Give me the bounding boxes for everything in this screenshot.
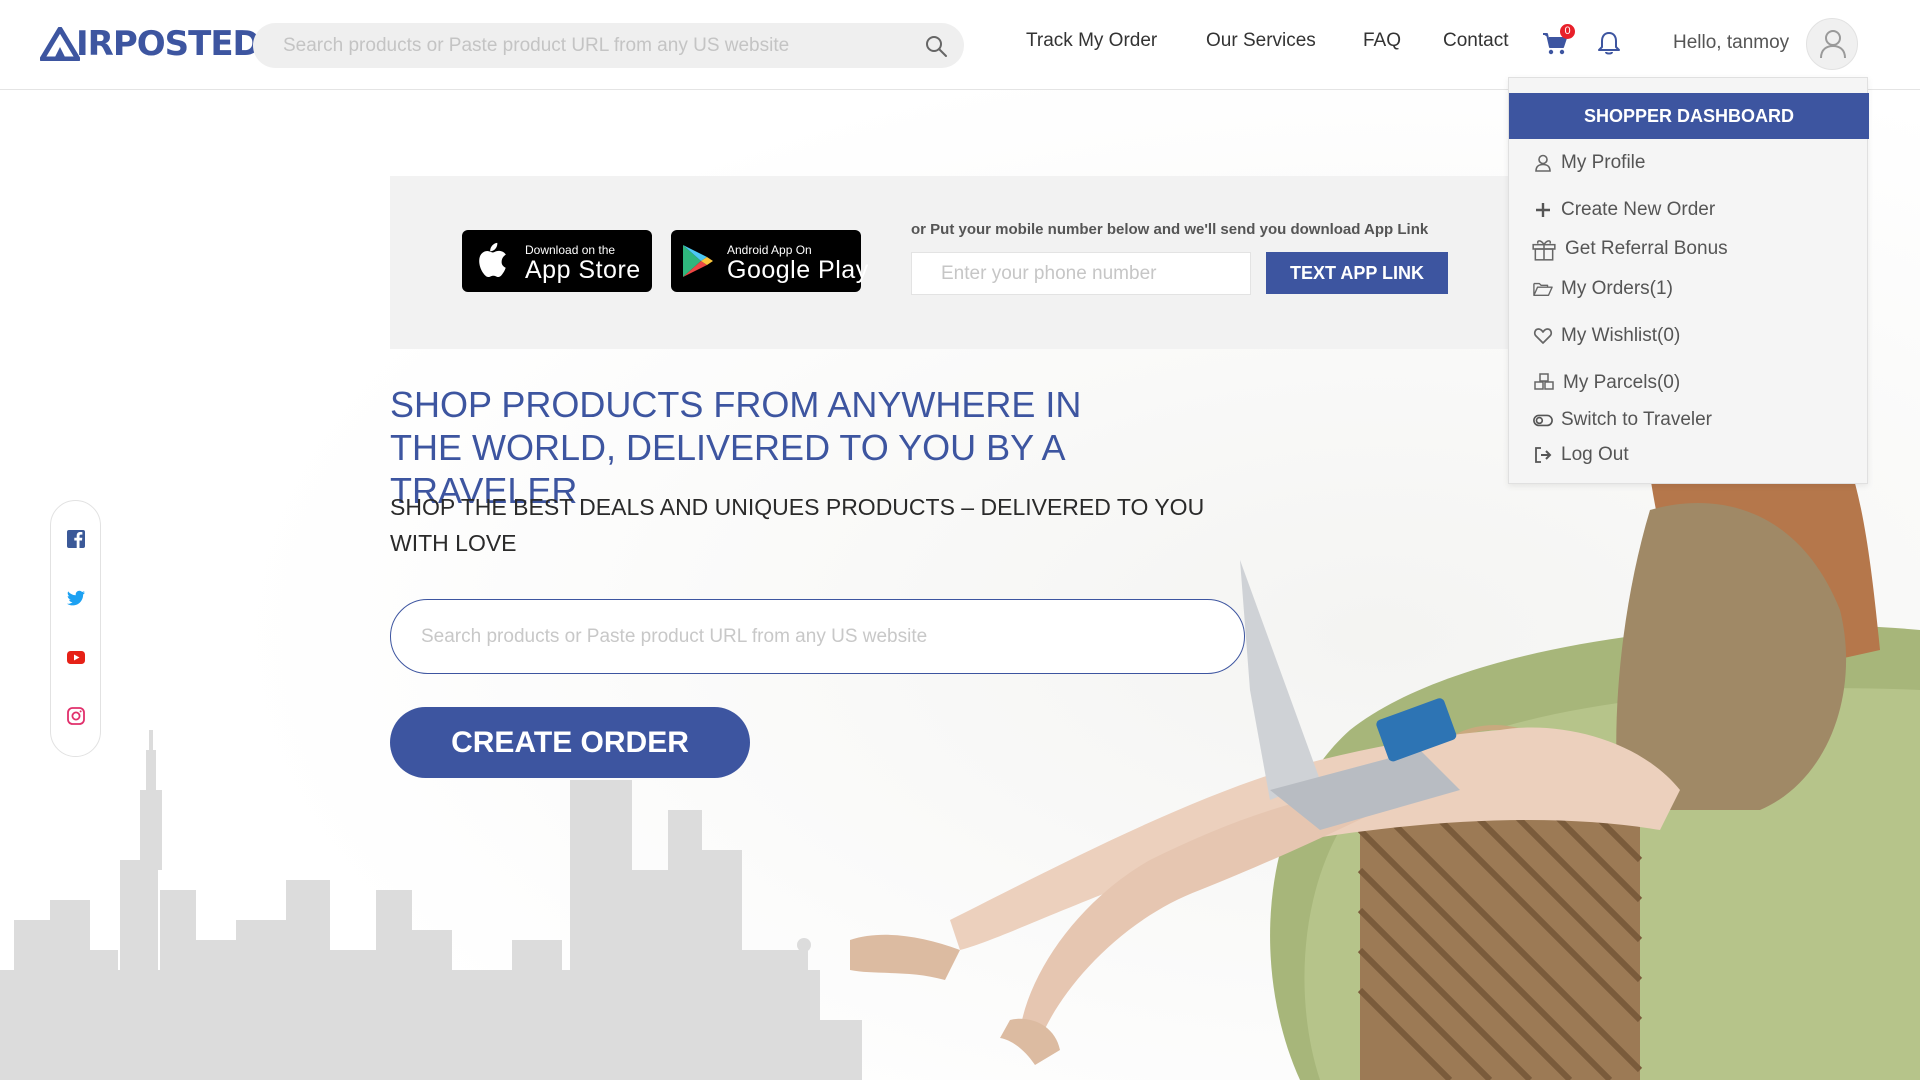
header-search-input[interactable] — [283, 23, 883, 68]
parcels-icon — [1534, 373, 1554, 390]
instagram-icon[interactable] — [66, 706, 86, 726]
google-play-small-text: Android App On — [727, 243, 812, 257]
app-store-button[interactable]: Download on the App Store — [462, 230, 652, 292]
google-play-big-text: Google Play — [727, 256, 869, 284]
avatar[interactable] — [1806, 18, 1858, 70]
user-avatar-icon — [1820, 30, 1846, 59]
menu-my-profile[interactable]: My Profile — [1533, 149, 1645, 177]
menu-log-out[interactable]: Log Out — [1533, 441, 1629, 469]
menu-label: Log Out — [1561, 444, 1629, 465]
shopper-dashboard-dropdown: SHOPPER DASHBOARD My Profile Create New … — [1508, 77, 1869, 484]
phone-number-input[interactable] — [911, 252, 1251, 295]
app-store-big-text: App Store — [525, 256, 641, 284]
header-search-bar — [253, 23, 964, 68]
app-download-banner: Download on the App Store Android App On… — [390, 176, 1520, 349]
nav-track-my-order[interactable]: Track My Order — [1026, 30, 1157, 52]
notification-bell-icon[interactable] — [1597, 30, 1621, 56]
menu-my-parcels[interactable]: My Parcels(0) — [1533, 369, 1680, 397]
cart-count-badge: 0 — [1560, 24, 1575, 39]
create-order-button[interactable]: CREATE ORDER — [390, 707, 750, 778]
apple-icon — [479, 242, 506, 277]
brand-logo[interactable]: IRPOSTED — [40, 24, 261, 64]
menu-label: My Parcels(0) — [1563, 372, 1681, 393]
plus-icon — [1536, 203, 1550, 217]
logo-a-icon — [40, 27, 80, 61]
menu-label: My Profile — [1561, 152, 1646, 173]
gift-icon — [1532, 240, 1556, 261]
menu-my-wishlist[interactable]: My Wishlist(0) — [1533, 322, 1680, 350]
text-app-link-button[interactable]: TEXT APP LINK — [1266, 252, 1448, 294]
menu-label: My Wishlist(0) — [1561, 325, 1681, 346]
hero-subtitle: SHOP THE BEST DEALS AND UNIQUES PRODUCTS… — [390, 494, 1205, 556]
nav-our-services[interactable]: Our Services — [1206, 30, 1316, 52]
youtube-icon[interactable] — [66, 647, 86, 667]
menu-label: Create New Order — [1561, 199, 1716, 220]
folder-open-icon — [1533, 282, 1553, 297]
menu-label: Switch to Traveler — [1561, 409, 1712, 430]
dropdown-title: SHOPPER DASHBOARD — [1509, 93, 1869, 139]
toggle-icon — [1533, 414, 1553, 427]
logout-icon — [1535, 447, 1552, 463]
menu-get-referral-bonus[interactable]: Get Referral Bonus — [1531, 235, 1728, 263]
google-play-button[interactable]: Android App On Google Play — [671, 230, 868, 292]
menu-create-new-order[interactable]: Create New Order — [1533, 196, 1715, 224]
heart-icon — [1533, 328, 1553, 344]
user-greeting[interactable]: Hello, tanmoy — [1673, 32, 1789, 54]
facebook-icon[interactable] — [66, 529, 86, 549]
hero-search-input[interactable] — [421, 600, 1201, 673]
menu-switch-to-traveler[interactable]: Switch to Traveler — [1533, 406, 1712, 434]
search-icon[interactable] — [924, 34, 948, 58]
brand-name: IRPOSTED — [76, 24, 261, 64]
social-links-bar — [50, 500, 101, 757]
user-icon — [1535, 154, 1551, 172]
menu-my-orders[interactable]: My Orders(1) — [1533, 275, 1673, 303]
menu-label: Get Referral Bonus — [1565, 238, 1728, 259]
app-store-small-text: Download on the — [525, 243, 616, 257]
twitter-icon[interactable] — [66, 588, 86, 608]
app-link-prompt: or Put your mobile number below and we'l… — [911, 221, 1429, 238]
google-play-icon — [683, 245, 713, 277]
menu-label: My Orders(1) — [1561, 278, 1673, 299]
hero-search-bar — [390, 599, 1245, 674]
nav-contact[interactable]: Contact — [1443, 30, 1508, 52]
nav-faq[interactable]: FAQ — [1363, 30, 1401, 52]
